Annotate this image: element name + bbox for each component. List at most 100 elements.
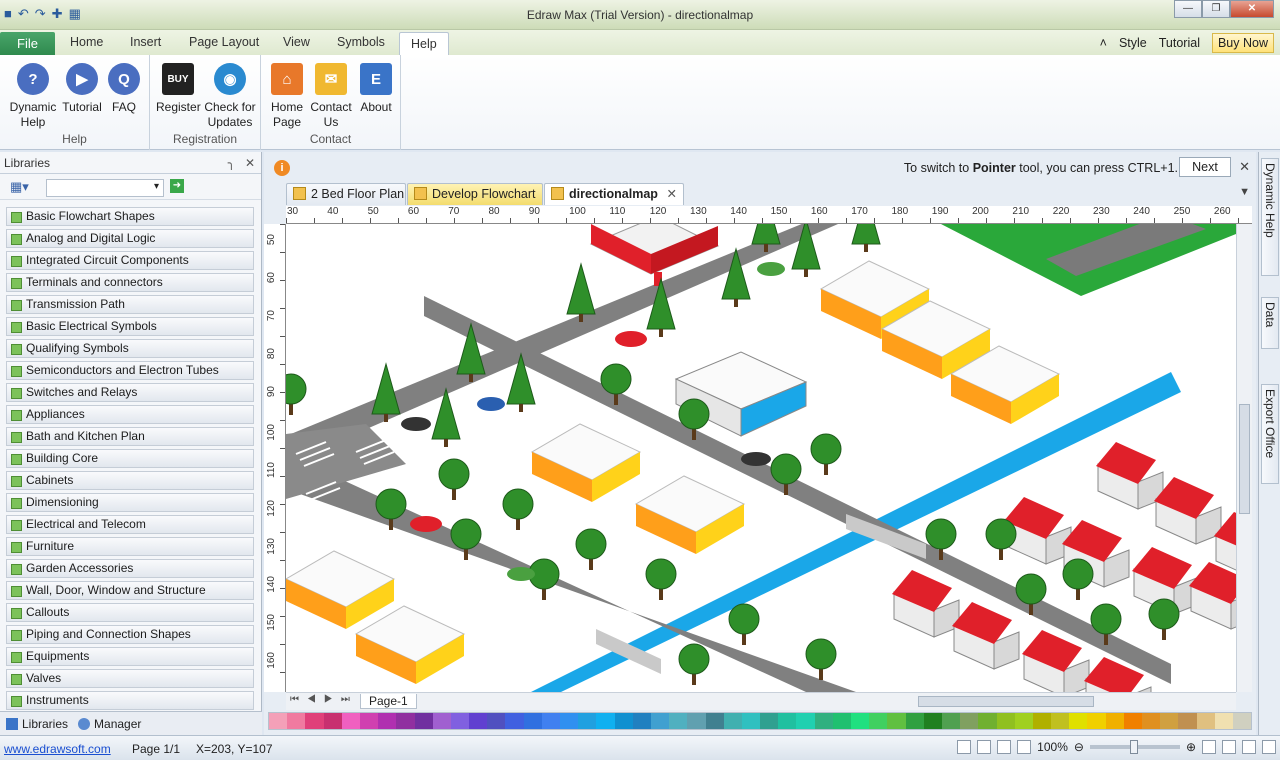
toggle-icon[interactable] xyxy=(1262,740,1276,754)
palette-swatch[interactable] xyxy=(614,713,633,729)
palette-swatch[interactable] xyxy=(305,713,324,729)
export-office-panel-tab[interactable]: Export Office xyxy=(1261,384,1279,484)
palette-swatch[interactable] xyxy=(996,713,1015,729)
palette-swatch[interactable] xyxy=(1142,713,1161,729)
tutorial-menu[interactable]: Tutorial xyxy=(1159,36,1200,50)
home-page-button[interactable]: ⌂ Home Page xyxy=(267,61,307,130)
library-menu-icon[interactable]: ▦▾ xyxy=(10,179,29,195)
tab-2-bed-floor-plan[interactable]: 2 Bed Floor Plan xyxy=(286,183,406,205)
palette-swatch[interactable] xyxy=(341,713,360,729)
library-item[interactable]: Transmission Path xyxy=(6,295,254,314)
library-item[interactable]: Semiconductors and Electron Tubes xyxy=(6,361,254,380)
next-button[interactable]: Next xyxy=(1179,157,1231,177)
go-arrow-icon[interactable]: ➜ xyxy=(170,179,184,193)
faq-button[interactable]: Q FAQ xyxy=(106,61,142,115)
palette-swatch[interactable] xyxy=(796,713,815,729)
normal-view-icon[interactable] xyxy=(957,740,972,754)
about-button[interactable]: E About xyxy=(355,61,397,115)
palette-swatch[interactable] xyxy=(778,713,797,729)
close-button[interactable]: ✕ xyxy=(1230,0,1274,18)
library-item[interactable]: Building Core xyxy=(6,449,254,468)
palette-swatch[interactable] xyxy=(414,713,433,729)
check-updates-button[interactable]: ◉ Check for Updates xyxy=(202,61,258,130)
palette-swatch[interactable] xyxy=(287,713,306,729)
palette-swatch[interactable] xyxy=(941,713,961,729)
data-panel-tab[interactable]: Data xyxy=(1261,297,1279,349)
library-item[interactable]: Wall, Door, Window and Structure xyxy=(6,581,254,600)
collapse-ribbon-icon[interactable]: ˄ xyxy=(1100,36,1107,50)
pin-icon[interactable]: ╮ xyxy=(228,156,235,170)
library-item[interactable]: Dimensioning xyxy=(6,493,254,512)
zoom-out-icon[interactable]: ⊖ xyxy=(1074,740,1084,754)
tab-insert[interactable]: Insert xyxy=(130,35,161,49)
close-info-icon[interactable]: ✕ xyxy=(1239,159,1250,175)
palette-swatch[interactable] xyxy=(741,713,761,729)
library-item[interactable]: Electrical and Telecom xyxy=(6,515,254,534)
vertical-scrollbar[interactable] xyxy=(1236,224,1252,692)
library-search-input[interactable]: ▾ xyxy=(46,179,164,197)
library-item[interactable]: Qualifying Symbols xyxy=(6,339,254,358)
contact-us-button[interactable]: ✉ Contact Us xyxy=(309,61,353,130)
tab-directionalmap[interactable]: directionalmap ✕ xyxy=(544,183,684,205)
dynamic-help-panel-tab[interactable]: Dynamic Help xyxy=(1261,158,1279,276)
minimize-button[interactable]: — xyxy=(1174,0,1202,18)
tutorial-button[interactable]: ▶ Tutorial xyxy=(60,61,104,115)
library-item[interactable]: Callouts xyxy=(6,603,254,622)
palette-swatch[interactable] xyxy=(1214,713,1233,729)
close-tab-icon[interactable]: ✕ xyxy=(667,184,677,204)
library-item[interactable]: Basic Electrical Symbols xyxy=(6,317,254,336)
fullscreen-icon[interactable] xyxy=(997,740,1012,754)
palette-swatch[interactable] xyxy=(760,713,779,729)
dynamic-help-button[interactable]: ? Dynamic Help xyxy=(6,61,60,130)
palette-swatch[interactable] xyxy=(596,713,615,729)
tab-home[interactable]: Home xyxy=(70,35,103,49)
zoom-slider-knob[interactable] xyxy=(1129,740,1138,754)
palette-swatch[interactable] xyxy=(905,713,924,729)
color-palette[interactable] xyxy=(268,712,1252,730)
page-view-icon[interactable] xyxy=(977,740,992,754)
library-item[interactable]: Valves xyxy=(6,669,254,688)
library-item[interactable]: Cabinets xyxy=(6,471,254,490)
palette-swatch[interactable] xyxy=(505,713,524,729)
palette-swatch[interactable] xyxy=(832,713,851,729)
palette-swatch[interactable] xyxy=(723,713,742,729)
palette-swatch[interactable] xyxy=(1123,713,1142,729)
full-width-icon[interactable] xyxy=(1017,740,1032,754)
tab-list-dropdown-icon[interactable]: ▼ xyxy=(1239,186,1250,198)
palette-swatch[interactable] xyxy=(1014,713,1033,729)
library-item[interactable]: Furniture xyxy=(6,537,254,556)
vertical-scroll-thumb[interactable] xyxy=(1239,404,1250,514)
palette-swatch[interactable] xyxy=(323,713,342,729)
palette-swatch[interactable] xyxy=(523,713,542,729)
palette-swatch[interactable] xyxy=(1232,713,1252,729)
page-tab[interactable]: Page-1 xyxy=(360,694,417,709)
palette-swatch[interactable] xyxy=(632,713,651,729)
palette-swatch[interactable] xyxy=(705,713,724,729)
library-item[interactable]: Piping and Connection Shapes xyxy=(6,625,254,644)
tab-manager[interactable]: Manager xyxy=(78,717,141,731)
palette-swatch[interactable] xyxy=(269,713,288,729)
horizontal-scroll-thumb[interactable] xyxy=(918,696,1094,707)
palette-swatch[interactable] xyxy=(578,713,597,729)
palette-swatch[interactable] xyxy=(851,713,870,729)
library-item[interactable]: Appliances xyxy=(6,405,254,424)
palette-swatch[interactable] xyxy=(1051,713,1070,729)
library-item[interactable]: Integrated Circuit Components xyxy=(6,251,254,270)
buy-now-button[interactable]: Buy Now xyxy=(1211,33,1274,53)
palette-swatch[interactable] xyxy=(814,713,833,729)
palette-swatch[interactable] xyxy=(359,713,379,729)
palette-swatch[interactable] xyxy=(650,713,670,729)
library-item[interactable]: Instruments xyxy=(6,691,254,710)
zoom-slider[interactable] xyxy=(1089,740,1180,754)
tab-develop-flowchart[interactable]: Develop Flowchart xyxy=(407,183,543,205)
palette-swatch[interactable] xyxy=(487,713,506,729)
style-menu[interactable]: Style xyxy=(1119,36,1147,50)
website-link[interactable]: www.edrawsoft.com xyxy=(4,742,111,756)
palette-swatch[interactable] xyxy=(450,713,470,729)
palette-swatch[interactable] xyxy=(469,713,488,729)
maximize-button[interactable]: ❐ xyxy=(1202,0,1230,18)
library-item[interactable]: Terminals and connectors xyxy=(6,273,254,292)
library-item[interactable]: Analog and Digital Logic xyxy=(6,229,254,248)
palette-swatch[interactable] xyxy=(560,713,579,729)
tab-libraries[interactable]: Libraries xyxy=(6,717,68,731)
